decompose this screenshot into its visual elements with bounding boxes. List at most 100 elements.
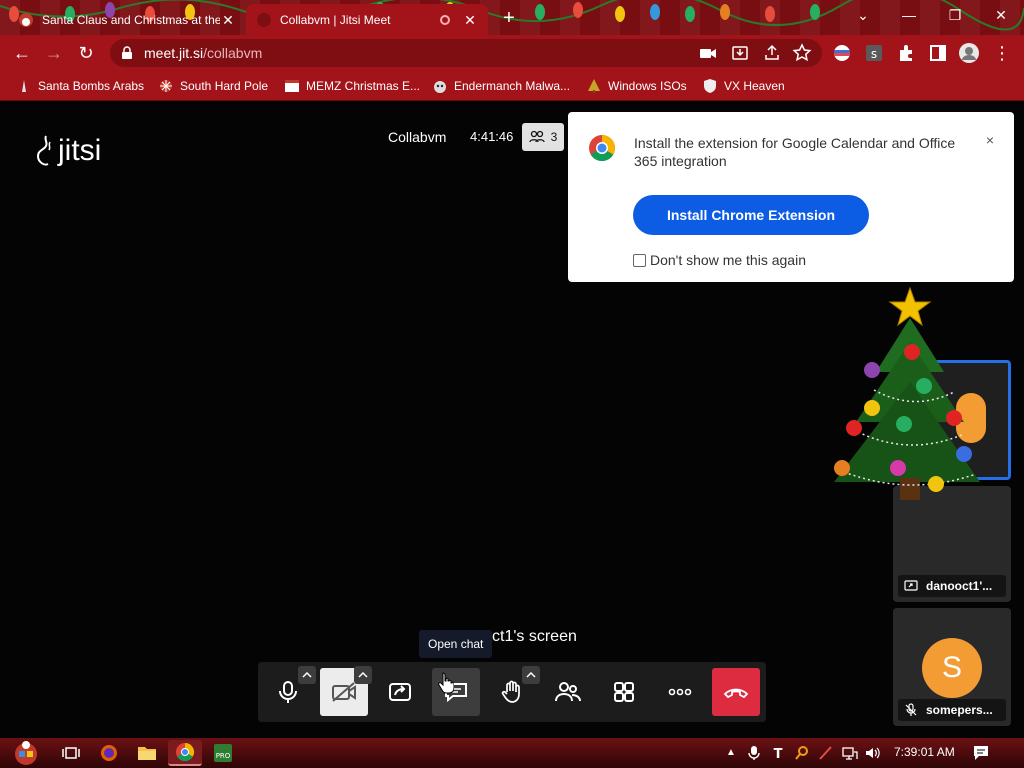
participant-count-badge[interactable]: 3: [522, 123, 564, 151]
url-path: /collabvm: [203, 45, 263, 61]
audio-settings-caret[interactable]: [298, 666, 316, 684]
meeting-title: Collabvm: [388, 129, 447, 145]
meeting-timer: 4:41:46: [470, 129, 514, 144]
camera-permission-icon[interactable]: [698, 43, 718, 63]
share-screen-button[interactable]: [376, 668, 424, 716]
dont-show-label: Don't show me this again: [650, 252, 806, 268]
extension-message: Install the extension for Google Calenda…: [634, 135, 956, 169]
snowflake-icon: [160, 80, 172, 92]
tray-microphone-icon[interactable]: [746, 745, 762, 761]
lock-icon: [122, 46, 132, 59]
screen-share-icon: [904, 580, 918, 591]
tray-app-t-icon[interactable]: T: [770, 745, 786, 761]
task-view-button[interactable]: [54, 740, 88, 766]
video-settings-caret[interactable]: [354, 666, 372, 684]
tab-strip: Santa Claus and Christmas at the ✕ Colla…: [0, 0, 1024, 35]
popup-close-icon[interactable]: ×: [986, 132, 994, 148]
start-button[interactable]: [6, 740, 46, 766]
forward-button[interactable]: →: [42, 41, 66, 65]
jitsi-logo[interactable]: jitsi: [32, 134, 101, 168]
chrome-logo-icon: [589, 135, 616, 162]
participants-icon: [529, 130, 545, 143]
tile-view-button[interactable]: [600, 668, 648, 716]
raise-hand-icon: [501, 680, 520, 703]
extension-s-icon[interactable]: s: [864, 43, 884, 63]
jitsi-favicon-icon: [257, 12, 271, 27]
install-app-icon[interactable]: [730, 43, 750, 63]
bookmark-santa-bombs[interactable]: Santa Bombs Arabs: [16, 77, 144, 95]
santa-start-icon: [15, 741, 37, 765]
taskbar-chrome[interactable]: [168, 740, 202, 766]
camera-off-icon: [332, 682, 356, 702]
notifications-icon[interactable]: [972, 744, 990, 762]
svg-text:PRO: PRO: [216, 752, 231, 760]
santa-favicon-icon: [19, 12, 33, 27]
bookmark-endermanch[interactable]: Endermanch Malwa...: [432, 77, 570, 95]
hangup-button[interactable]: [712, 668, 760, 716]
bookmark-windows-isos[interactable]: Windows ISOs: [586, 77, 687, 95]
shared-screen-label: ct1's screen: [492, 628, 577, 645]
taskbar-clock[interactable]: 7:39:01 AM: [894, 745, 955, 759]
tray-network-icon[interactable]: [842, 745, 858, 761]
chrome-menu-icon[interactable]: ⋮: [990, 41, 1014, 65]
tab-santa-claus[interactable]: Santa Claus and Christmas at the ✕: [8, 4, 246, 35]
taskbar-firefox[interactable]: [92, 740, 126, 766]
tray-pen-icon[interactable]: [818, 745, 834, 761]
microphone-icon: [279, 681, 297, 703]
url-text: meet.jit.si/collabvm: [144, 45, 262, 61]
bookmark-label: MEMZ Christmas E...: [306, 79, 421, 93]
tab-close-icon[interactable]: ✕: [462, 12, 478, 28]
minimize-button[interactable]: —: [886, 0, 932, 30]
chevron-up-icon: [358, 672, 368, 678]
shield-icon: [704, 79, 716, 93]
bookmark-label: VX Heaven: [724, 79, 785, 93]
taskbar-app-pro[interactable]: PRO: [206, 740, 240, 766]
bookmark-label: Endermanch Malwa...: [454, 79, 571, 93]
back-button[interactable]: ←: [10, 41, 34, 65]
profile-avatar-icon[interactable]: [958, 42, 980, 64]
extensions-puzzle-icon[interactable]: [896, 43, 916, 63]
install-extension-button[interactable]: Install Chrome Extension: [633, 195, 869, 235]
address-bar[interactable]: meet.jit.si/collabvm: [110, 39, 822, 67]
meeting-toolbar: [258, 662, 766, 722]
logo-text: jitsi: [58, 134, 102, 167]
share-icon[interactable]: [762, 43, 782, 63]
taskbar-file-explorer[interactable]: [130, 740, 164, 766]
participant-tile-someperson[interactable]: S somepers...: [893, 608, 1011, 726]
url-domain: meet.jit.si: [144, 45, 204, 61]
checkbox-box[interactable]: [633, 253, 646, 267]
chat-button[interactable]: [432, 668, 480, 716]
tray-overflow-icon[interactable]: ▲: [726, 745, 742, 761]
hangup-phone-icon: [723, 688, 749, 699]
more-actions-button[interactable]: [656, 668, 704, 716]
folder-icon: [138, 747, 156, 760]
bookmark-vx-heaven[interactable]: VX Heaven: [702, 77, 785, 95]
tray-search-icon[interactable]: [794, 745, 810, 761]
window-close-button[interactable]: ✕: [978, 0, 1024, 30]
tab-close-icon[interactable]: ✕: [220, 12, 236, 28]
tray-volume-icon[interactable]: [864, 745, 880, 761]
santa-icon: [22, 80, 26, 92]
tab-search-icon[interactable]: ⌄: [840, 0, 886, 30]
side-panel-icon[interactable]: [928, 43, 948, 63]
restore-button[interactable]: ❐: [932, 0, 978, 30]
screen: Santa Claus and Christmas at the ✕ Colla…: [0, 0, 1024, 768]
participant-name: somepers...: [926, 703, 993, 717]
dont-show-again-checkbox[interactable]: Don't show me this again: [633, 252, 806, 268]
reload-button[interactable]: ↻: [74, 41, 98, 65]
bookmark-memz[interactable]: MEMZ Christmas E...: [284, 77, 420, 95]
extension-flag-icon[interactable]: [832, 43, 852, 63]
new-tab-button[interactable]: +: [496, 5, 522, 31]
reactions-caret[interactable]: [522, 666, 540, 684]
bookmark-south-hard-pole[interactable]: South Hard Pole: [158, 77, 268, 95]
participants-button[interactable]: [544, 668, 592, 716]
tab-collabvm[interactable]: Collabvm | Jitsi Meet ✕: [246, 4, 488, 35]
tab-title: Santa Claus and Christmas at the: [42, 12, 220, 27]
participant-name: danooct1'...: [926, 579, 993, 593]
chrome-extension-popup: Install the extension for Google Calenda…: [568, 112, 1014, 282]
bookmarks-bar: Santa Bombs Arabs South Hard Pole MEMZ C…: [0, 71, 1024, 101]
bookmark-star-icon[interactable]: [792, 43, 812, 63]
jitsi-mark-icon: [36, 135, 51, 166]
window-icon: [285, 80, 299, 92]
svg-text:s: s: [871, 47, 877, 61]
